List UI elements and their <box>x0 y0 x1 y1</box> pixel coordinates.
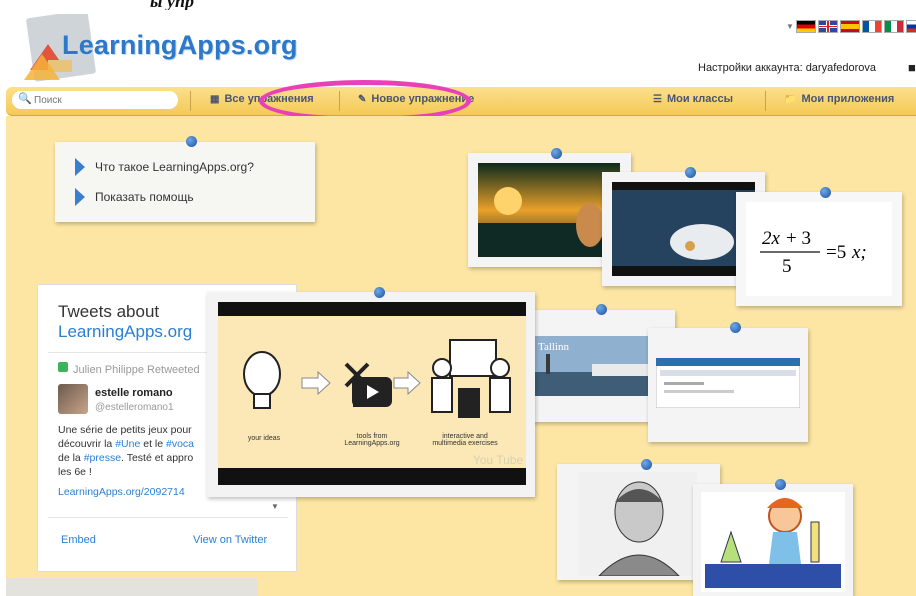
account-settings-link[interactable]: Настройки аккаунта: daryafedorova <box>698 62 876 74</box>
video-caption-line: interactive and <box>442 433 488 440</box>
portrait-thumbnail <box>579 472 697 576</box>
tweet-link[interactable]: LearningApps.org/2092714 <box>58 486 185 498</box>
pin-icon <box>641 459 652 470</box>
tweets-subtitle[interactable]: LearningApps.org <box>58 322 192 342</box>
nav-my-classes-label: Мои классы <box>666 93 734 105</box>
tweet-text: et le <box>140 438 166 450</box>
tweet-text: . Testé et appro <box>121 452 194 464</box>
pin-icon <box>186 136 197 147</box>
divider <box>48 517 288 518</box>
video-caption: interactive and multimedia exercises <box>420 433 510 447</box>
youtube-watermark: You Tube <box>473 453 524 467</box>
svg-text:5: 5 <box>782 256 792 277</box>
avatar[interactable] <box>58 384 88 414</box>
flag-ru-icon[interactable] <box>905 20 916 33</box>
show-help-link[interactable]: Показать помощь <box>75 188 194 206</box>
play-arrow-icon <box>75 188 85 206</box>
user-icon[interactable]: ■ <box>908 60 916 75</box>
tweet-line: découvrir la #Une et le #voca <box>58 437 208 451</box>
bottom-tab <box>6 578 258 596</box>
app-card-document[interactable] <box>648 328 808 442</box>
video-caption-line: LearningApps.org <box>344 440 400 447</box>
tallinn-label: Tallinn <box>538 341 570 353</box>
what-is-link[interactable]: Что такое LearningApps.org? <box>75 158 254 176</box>
pin-icon <box>730 322 741 333</box>
nav-divider <box>190 91 191 111</box>
search-input[interactable] <box>12 91 178 109</box>
retweet-icon <box>58 362 68 372</box>
scroll-down-icon[interactable]: ▼ <box>271 502 279 511</box>
flag-en-icon[interactable] <box>817 20 838 33</box>
help-card: Что такое LearningApps.org? Показать пом… <box>55 142 315 222</box>
tweet-body: Une série de petits jeux pour découvrir … <box>58 423 208 479</box>
retweet-label: Julien Philippe Retweeted <box>73 364 200 376</box>
video-thumbnail <box>612 182 755 276</box>
video-caption-line: tools from <box>356 433 388 440</box>
folder-icon: 📁 <box>784 94 797 105</box>
pin-icon <box>685 167 696 178</box>
flag-es-icon[interactable] <box>839 20 860 33</box>
tallinn-thumbnail: Tallinn <box>532 336 665 396</box>
logo-text[interactable]: LearningApps.org <box>62 30 298 61</box>
video-caption: tools from LearningApps.org <box>332 433 412 447</box>
hashtag-link[interactable]: #presse <box>84 452 121 464</box>
document-thumbnail <box>656 358 800 408</box>
grid-icon: ▦ <box>210 94 220 105</box>
tweet-text: découvrir la <box>58 438 116 450</box>
video-caption-line: multimedia exercises <box>432 440 498 447</box>
pin-icon <box>820 187 831 198</box>
show-help-label: Показать помощь <box>95 190 194 204</box>
view-on-twitter-link[interactable]: View on Twitter <box>193 534 267 546</box>
svg-text:=5: =5 <box>826 242 846 263</box>
nav-my-classes[interactable]: ☰ Мои классы <box>653 93 733 105</box>
pin-icon <box>775 479 786 490</box>
pin-icon <box>596 304 607 315</box>
sunset-thumbnail <box>478 163 620 257</box>
tweet-line: de la #presse. Testé et appro <box>58 451 208 465</box>
list-icon: ☰ <box>653 94 662 105</box>
flag-de-icon[interactable] <box>795 20 816 33</box>
chemistry-thumbnail <box>701 492 845 592</box>
tweets-title: Tweets about <box>58 302 160 321</box>
pin-icon <box>374 287 385 298</box>
language-selector[interactable]: ▼ <box>786 20 916 33</box>
flag-it-icon[interactable] <box>883 20 904 33</box>
svg-text:2x: 2x <box>762 228 781 249</box>
play-arrow-icon <box>75 158 85 176</box>
hashtag-link[interactable]: #voca <box>166 438 194 450</box>
play-button[interactable] <box>352 377 392 407</box>
nav-my-apps-label: Мои приложения <box>801 93 895 105</box>
tweet-author-handle[interactable]: @estelleromano1 <box>95 402 174 413</box>
nav-my-apps[interactable]: 📁 Мои приложения <box>784 93 894 105</box>
tweet-text: de la <box>58 452 84 464</box>
tweet-author-name[interactable]: estelle romano <box>95 387 173 399</box>
chevron-down-icon[interactable]: ▼ <box>786 22 794 31</box>
svg-text:+ 3: + 3 <box>786 228 811 249</box>
app-card-chemistry[interactable] <box>693 484 853 596</box>
nav-divider <box>765 91 766 111</box>
flag-fr-icon[interactable] <box>861 20 882 33</box>
hashtag-link[interactable]: #Une <box>115 438 140 450</box>
equation-figure: 2x + 3 5 =5 x; <box>760 228 867 277</box>
search-icon: 🔍 <box>18 93 32 105</box>
tweet-line: Une série de petits jeux pour <box>58 424 192 436</box>
tweet-line: les 6e ! <box>58 466 92 478</box>
what-is-label: Что такое LearningApps.org? <box>95 160 254 174</box>
svg-text:x;: x; <box>851 242 867 263</box>
video-caption: your ideas <box>247 435 281 442</box>
pin-icon <box>551 148 562 159</box>
embed-link[interactable]: Embed <box>61 534 96 546</box>
